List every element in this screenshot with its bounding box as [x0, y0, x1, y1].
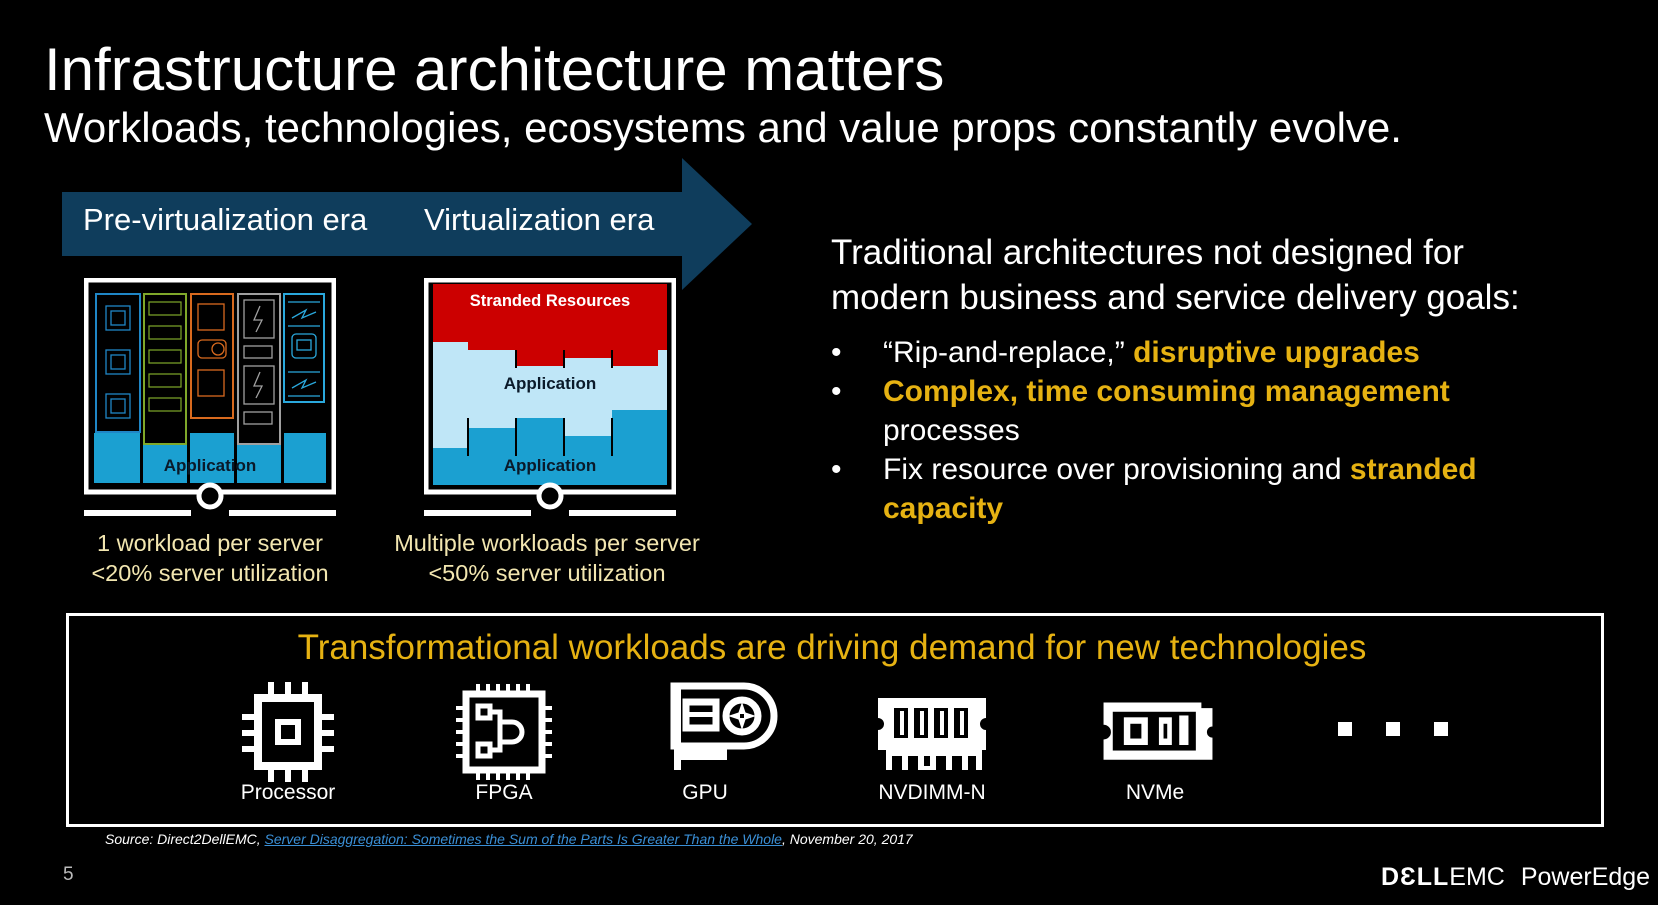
tech-label-processor: Processor [240, 781, 336, 804]
caption-line: <20% server utilization [91, 560, 329, 586]
era-label-pre-virtualization: Pre-virtualization era [83, 202, 368, 237]
technologies-title: Transformational workloads are driving d… [297, 628, 1367, 667]
slide-subtitle: Workloads, technologies, ecosystems and … [44, 104, 1402, 151]
heading-line: modern business and service delivery goa… [831, 278, 1520, 317]
source-suffix: , November 20, 2017 [781, 831, 913, 847]
caption-line: <50% server utilization [428, 560, 666, 586]
tech-label-nvdimm: NVDIMM-N [878, 781, 986, 804]
server-monitor-virtualization [424, 278, 676, 516]
caption-line: 1 workload per server [97, 530, 323, 556]
brand-product: PowerEdge [1520, 863, 1651, 891]
nvdimm-icon [878, 698, 986, 770]
heading-line: Traditional architectures not designed f… [831, 233, 1464, 272]
server-monitor-pre-virtualization [84, 278, 336, 516]
bullet-continuation: processes [831, 411, 1477, 450]
tech-label-fpga: FPGA [475, 781, 533, 804]
bullet-text: Fix resource over provisioning and [883, 453, 1350, 486]
bullet-highlight: stranded [1349, 453, 1477, 486]
fpga-icon [456, 684, 552, 780]
application-label-lower: Application [503, 456, 597, 475]
ellipsis-dot [1338, 722, 1352, 736]
ellipsis-dot [1386, 722, 1400, 736]
ellipsis-dot [1434, 722, 1448, 736]
bullet-highlight: capacity [883, 492, 1004, 525]
fpga-gpu-column [190, 293, 234, 419]
page-number: 5 [63, 864, 74, 885]
brand-dell: DƐLL [1381, 863, 1450, 891]
era-label-virtualization: Virtualization era [424, 202, 655, 237]
caption-virtualization: Multiple workloads per server <50% serve… [372, 528, 722, 588]
bullet-dot: • [831, 375, 842, 408]
caption-pre-virtualization: 1 workload per server <20% server utiliz… [50, 528, 370, 588]
nvme-icon [1103, 702, 1213, 760]
bullet-continuation: capacity [831, 489, 1477, 528]
bullet-text: “Rip-and-replace,” [883, 336, 1134, 369]
gpu-icon [670, 682, 778, 770]
application-label-pre: Application [163, 456, 257, 475]
bullet-item: • Complex, time consuming management [831, 372, 1477, 411]
right-panel-heading: Traditional architectures not designed f… [831, 230, 1520, 320]
network-column [283, 293, 325, 403]
bullet-dot: • [831, 336, 842, 369]
storage-column [237, 293, 281, 445]
source-prefix: Source: Direct2DellEMC, [105, 831, 265, 847]
tech-label-gpu: GPU [682, 781, 728, 804]
slide-title: Infrastructure architecture matters [44, 36, 945, 103]
source-link[interactable]: Server Disaggregation: Sometimes the Sum… [265, 831, 782, 847]
processor-column [95, 293, 141, 433]
tech-label-nvme: NVMe [1125, 781, 1185, 804]
bullet-item: • Fix resource over provisioning and stra… [831, 450, 1477, 489]
bullet-item: • “Rip-and-replace,” disruptive upgrades [831, 333, 1477, 372]
stranded-resources-label: Stranded Resources [469, 292, 631, 310]
application-label-upper: Application [503, 374, 597, 393]
dell-emc-poweredge-logo: DƐLLEMC PowerEdge [1381, 862, 1650, 892]
bullet-dot: • [831, 453, 842, 486]
bullet-list: • “Rip-and-replace,” disruptive upgrades … [831, 333, 1477, 528]
bullet-text: processes [883, 414, 1020, 447]
bullet-highlight: disruptive upgrades [1133, 336, 1420, 369]
processor-icon [242, 682, 334, 782]
brand-emc: EMC [1449, 863, 1505, 891]
caption-line: Multiple workloads per server [394, 530, 700, 556]
memory-column [143, 293, 187, 445]
source-citation: Source: Direct2DellEMC, Server Disaggreg… [105, 830, 913, 848]
bullet-highlight: Complex, time consuming management [883, 375, 1450, 408]
